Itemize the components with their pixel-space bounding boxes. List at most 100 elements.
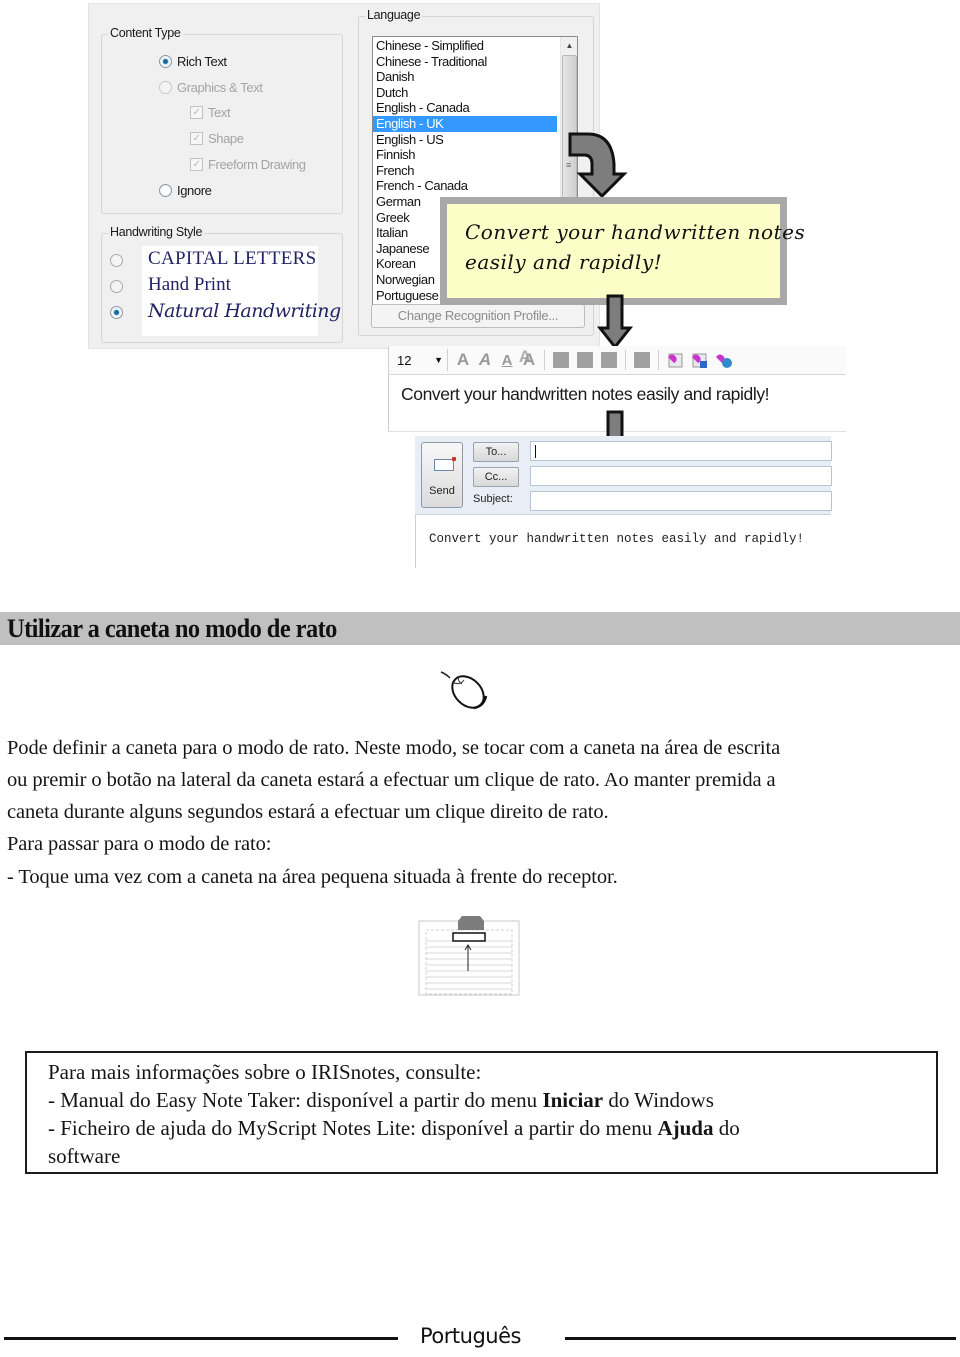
language-legend: Language xyxy=(365,8,423,22)
mouse-icon xyxy=(440,671,488,710)
align-right-icon[interactable] xyxy=(601,352,617,368)
radio-indicator[interactable] xyxy=(159,184,172,197)
info-line: software xyxy=(48,1144,121,1168)
export-note-icon[interactable] xyxy=(666,351,684,369)
radio-indicator[interactable] xyxy=(159,55,172,68)
underline-icon[interactable]: A xyxy=(498,351,516,369)
align-center-icon[interactable] xyxy=(577,352,593,368)
send-label: Send xyxy=(429,485,455,497)
checkbox-freeform-drawing[interactable]: ✓ Freeform Drawing xyxy=(190,157,306,172)
menu-name-iniciar: Iniciar xyxy=(542,1088,604,1112)
natural-handwriting-sample: Natural Handwriting xyxy=(148,300,341,322)
handwriting-style-legend: Handwriting Style xyxy=(108,225,205,239)
language-option[interactable]: English - US xyxy=(373,132,557,148)
editor-content[interactable]: Convert your handwritten notes easily an… xyxy=(389,375,846,405)
check-icon[interactable]: ✓ xyxy=(190,158,203,171)
radio-label: Graphics & Text xyxy=(177,80,263,95)
curved-down-arrow-icon xyxy=(568,132,628,199)
radio-capital-letters[interactable] xyxy=(110,254,123,267)
info-line: Para mais informações sobre o IRISnotes,… xyxy=(48,1060,482,1084)
export-web-icon[interactable] xyxy=(714,351,732,369)
handwritten-note-preview: Convert your handwritten notes easily an… xyxy=(440,197,805,305)
send-button[interactable]: Send xyxy=(421,442,463,508)
checkbox-shape[interactable]: ✓ Shape xyxy=(190,131,244,146)
paragraph-line: caneta durante alguns segundos estará a … xyxy=(7,801,609,823)
language-option[interactable]: English - Canada xyxy=(373,100,557,116)
note-paper: Convert your handwritten notes easily an… xyxy=(447,204,805,298)
paragraph-line: - Toque uma vez com a caneta na área peq… xyxy=(7,866,618,888)
radio-ignore[interactable]: Ignore xyxy=(159,183,212,198)
hand-print-sample: Hand Print xyxy=(148,274,231,295)
checkbox-label: Shape xyxy=(208,131,244,146)
down-arrow-icon xyxy=(597,294,633,350)
handwriting-samples: CAPITAL LETTERS Hand Print Natural Handw… xyxy=(142,246,341,336)
radio-indicator[interactable] xyxy=(159,81,172,94)
language-option[interactable]: Danish xyxy=(373,69,557,85)
radio-rich-text[interactable]: Rich Text xyxy=(159,54,227,69)
toolbar-separator xyxy=(625,350,626,370)
info-text: - Manual do Easy Note Taker: disponível … xyxy=(48,1088,543,1112)
toolbar-separator xyxy=(544,350,545,370)
receptor-diagram-icon xyxy=(418,916,520,996)
handwriting-style-group: Handwriting Style CAPITAL LETTERS Hand P… xyxy=(101,225,343,343)
check-icon[interactable]: ✓ xyxy=(190,132,203,145)
chevron-down-icon: ▼ xyxy=(434,355,443,365)
highlight-icon[interactable]: A xyxy=(520,350,538,369)
language-option[interactable]: Finnish xyxy=(373,147,557,163)
envelope-icon xyxy=(434,457,456,471)
radio-hand-print[interactable] xyxy=(110,280,123,293)
info-line: - Ficheiro de ajuda do MyScript Notes Li… xyxy=(48,1114,740,1142)
language-option[interactable]: Dutch xyxy=(373,85,557,101)
bullets-icon[interactable] xyxy=(634,352,650,368)
radio-graphics-text[interactable]: Graphics & Text xyxy=(159,80,263,95)
cc-field[interactable] xyxy=(530,466,832,486)
bold-icon[interactable]: A xyxy=(454,350,472,369)
font-size-dropdown[interactable]: 12 ▼ xyxy=(393,349,448,371)
info-text: - Ficheiro de ajuda do MyScript Notes Li… xyxy=(48,1116,658,1140)
subject-field[interactable] xyxy=(530,491,832,511)
checkbox-label: Text xyxy=(208,105,231,120)
text-caret xyxy=(535,445,536,458)
info-box: Para mais informações sobre o IRISnotes,… xyxy=(25,1051,938,1174)
footer-language: Português xyxy=(420,1324,521,1348)
checkbox-text[interactable]: ✓ Text xyxy=(190,105,231,120)
paragraph-line: Para passar para o modo de rato: xyxy=(7,833,272,855)
checkbox-label: Freeform Drawing xyxy=(208,157,306,172)
align-left-icon[interactable] xyxy=(553,352,569,368)
handwriting-line: easily and rapidly! xyxy=(465,250,663,274)
radio-natural-handwriting[interactable] xyxy=(110,306,123,319)
export-image-icon[interactable] xyxy=(690,351,708,369)
font-size-value: 12 xyxy=(397,352,412,368)
change-recognition-profile-button[interactable]: Change Recognition Profile... xyxy=(371,304,585,328)
language-option[interactable]: French xyxy=(373,163,557,179)
info-text: do xyxy=(713,1116,740,1140)
paragraph-line: Pode definir a caneta para o modo de rat… xyxy=(7,737,781,759)
subject-label: Subject: xyxy=(473,493,513,505)
section-title: Utilizar a caneta no modo de rato xyxy=(7,614,337,643)
editor-toolbar: 12 ▼ A A A A xyxy=(389,346,846,375)
info-line: - Manual do Easy Note Taker: disponível … xyxy=(48,1086,714,1114)
footer-rule-right xyxy=(565,1337,956,1340)
language-option[interactable]: Chinese - Traditional xyxy=(373,54,557,70)
language-option[interactable]: English - UK xyxy=(373,115,557,132)
scroll-up-icon[interactable]: ▲ xyxy=(562,38,577,53)
paragraph-line: ou premir o botão na lateral da caneta e… xyxy=(7,769,776,791)
to-field[interactable] xyxy=(530,441,832,461)
footer-rule-left xyxy=(4,1337,398,1340)
capital-letters-sample: CAPITAL LETTERS xyxy=(148,248,317,269)
language-option[interactable]: Chinese - Simplified xyxy=(373,38,557,54)
check-icon[interactable]: ✓ xyxy=(190,106,203,119)
cc-button[interactable]: Cc... xyxy=(473,467,519,487)
handwriting-line: Convert your handwritten notes xyxy=(465,220,806,244)
radio-label: Ignore xyxy=(177,183,212,198)
toolbar-separator xyxy=(658,350,659,370)
email-compose-window: Send To... Cc... Subject: Convert your h… xyxy=(415,436,832,568)
radio-label: Rich Text xyxy=(177,54,227,69)
content-type-legend: Content Type xyxy=(108,26,183,40)
italic-icon[interactable]: A xyxy=(476,350,494,369)
email-body[interactable]: Convert your handwritten notes easily an… xyxy=(415,514,831,568)
to-button[interactable]: To... xyxy=(473,442,519,462)
info-text: do Windows xyxy=(603,1088,714,1112)
email-header: Send To... Cc... Subject: xyxy=(415,436,832,514)
language-option[interactable]: French - Canada xyxy=(373,178,557,194)
